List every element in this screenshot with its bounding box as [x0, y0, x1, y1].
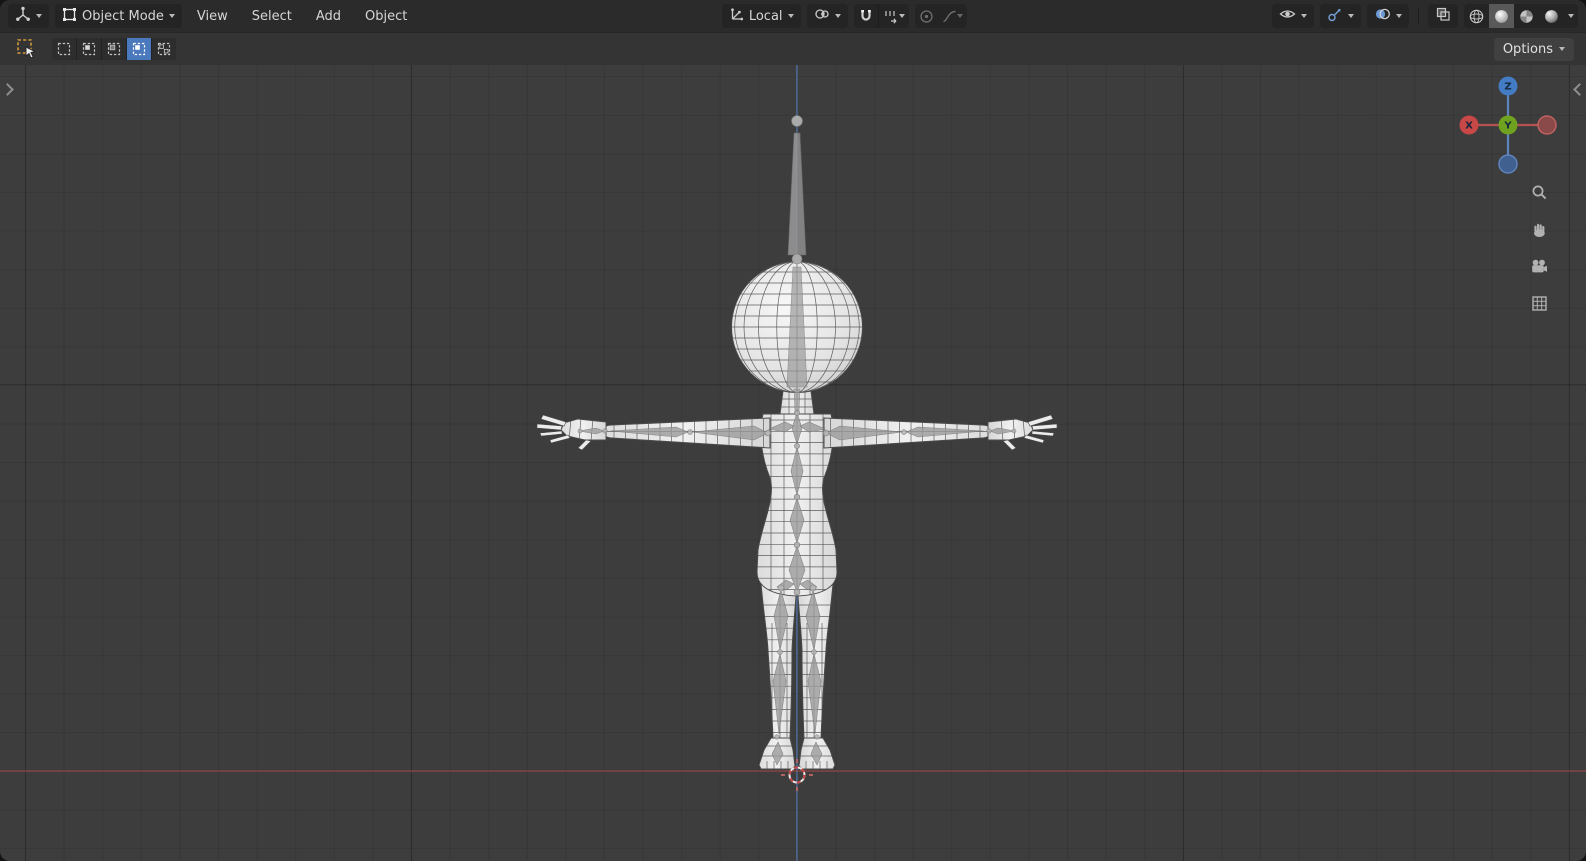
menu-view[interactable]: View	[188, 4, 237, 28]
gizmo-axis-y-positive[interactable]: Y	[1498, 115, 1518, 135]
proportional-falloff-dropdown[interactable]	[938, 4, 967, 28]
viewport-nav-buttons	[1528, 183, 1550, 312]
chevron-down-icon	[1396, 14, 1402, 18]
toggle-ortho-grid-button[interactable]	[1528, 294, 1550, 312]
overlays-dropdown[interactable]	[1367, 4, 1409, 28]
proportional-edit-toggle[interactable]	[915, 4, 938, 28]
menu-select[interactable]: Select	[243, 4, 301, 28]
transform-orientation-dropdown[interactable]: Local	[721, 4, 801, 28]
select-mode-subtract[interactable]	[102, 38, 126, 60]
mode-selector-label: Object Mode	[82, 8, 164, 24]
gizmo-axis-z-positive[interactable]: Z	[1498, 76, 1518, 96]
chevron-down-icon	[1559, 47, 1565, 51]
object-mode-icon	[62, 7, 77, 26]
xray-toggle[interactable]	[1428, 4, 1458, 28]
select-mode-set[interactable]	[52, 38, 76, 60]
shading-rendered-button[interactable]	[1539, 4, 1564, 28]
chevron-down-icon	[787, 14, 794, 18]
gizmo-axis-x-negative[interactable]	[1537, 115, 1557, 135]
editor-type-icon	[15, 6, 31, 26]
gizmo-axis-z-negative[interactable]	[1498, 154, 1518, 174]
snap-target-dropdown[interactable]	[879, 4, 909, 28]
chevron-down-icon	[36, 14, 42, 18]
shading-solid-button[interactable]	[1489, 4, 1514, 28]
snapping-group	[853, 4, 909, 28]
scene-canvas[interactable]	[0, 65, 1586, 861]
gizmo-icon	[1327, 6, 1343, 26]
zoom-button[interactable]	[1528, 183, 1550, 201]
3d-viewport[interactable]: X Z Y	[0, 65, 1586, 861]
chevron-down-icon	[898, 14, 905, 18]
navigation-axis-gizmo[interactable]: X Z Y	[1458, 75, 1558, 175]
select-mode-extend[interactable]	[77, 38, 101, 60]
mode-selector[interactable]: Object Mode	[55, 4, 182, 28]
shading-material-button[interactable]	[1514, 4, 1539, 28]
chevron-down-icon	[1348, 14, 1354, 18]
orientation-axes-icon	[729, 7, 744, 26]
orientation-label: Local	[748, 8, 783, 24]
chevron-down-icon	[168, 14, 175, 18]
gizmo-x-label: X	[1465, 121, 1473, 132]
select-mode-group	[52, 38, 176, 60]
separator	[1418, 7, 1419, 25]
shading-dropdown[interactable]	[1564, 4, 1578, 28]
xray-icon	[1435, 6, 1451, 26]
options-dropdown[interactable]: Options	[1493, 37, 1574, 61]
camera-view-button[interactable]	[1528, 257, 1550, 275]
gizmo-axis-x-positive[interactable]: X	[1459, 115, 1479, 135]
gizmo-y-label: Y	[1503, 121, 1512, 132]
proportional-edit-group	[914, 4, 967, 28]
object-visibility-dropdown[interactable]	[1272, 4, 1314, 28]
chevron-down-icon	[834, 14, 841, 18]
overlays-icon	[1374, 6, 1391, 26]
eye-icon	[1279, 7, 1296, 25]
gizmos-dropdown[interactable]	[1320, 4, 1361, 28]
editor-type-button[interactable]	[8, 4, 49, 28]
select-mode-intersect[interactable]	[152, 38, 176, 60]
viewport-header: Object Mode View Select Add Object Local	[0, 0, 1586, 32]
chevron-down-icon	[1568, 14, 1574, 18]
pivot-point-dropdown[interactable]	[806, 4, 848, 28]
chevron-down-icon	[956, 14, 963, 18]
select-mode-invert[interactable]	[127, 38, 151, 60]
tool-settings-bar: Options	[0, 32, 1586, 65]
chevron-down-icon	[1301, 14, 1307, 18]
shading-mode-group	[1464, 4, 1578, 28]
tweak-tool-button[interactable]	[12, 36, 42, 63]
shading-wireframe-button[interactable]	[1464, 4, 1489, 28]
pan-hand-button[interactable]	[1528, 220, 1550, 238]
pivot-point-icon	[814, 6, 830, 26]
menu-object[interactable]: Object	[356, 4, 416, 28]
menu-add[interactable]: Add	[307, 4, 350, 28]
gizmo-z-label: Z	[1504, 82, 1511, 93]
snap-magnet-toggle[interactable]	[854, 4, 878, 28]
blender-window: Object Mode View Select Add Object Local	[0, 0, 1586, 861]
options-label: Options	[1502, 41, 1553, 57]
